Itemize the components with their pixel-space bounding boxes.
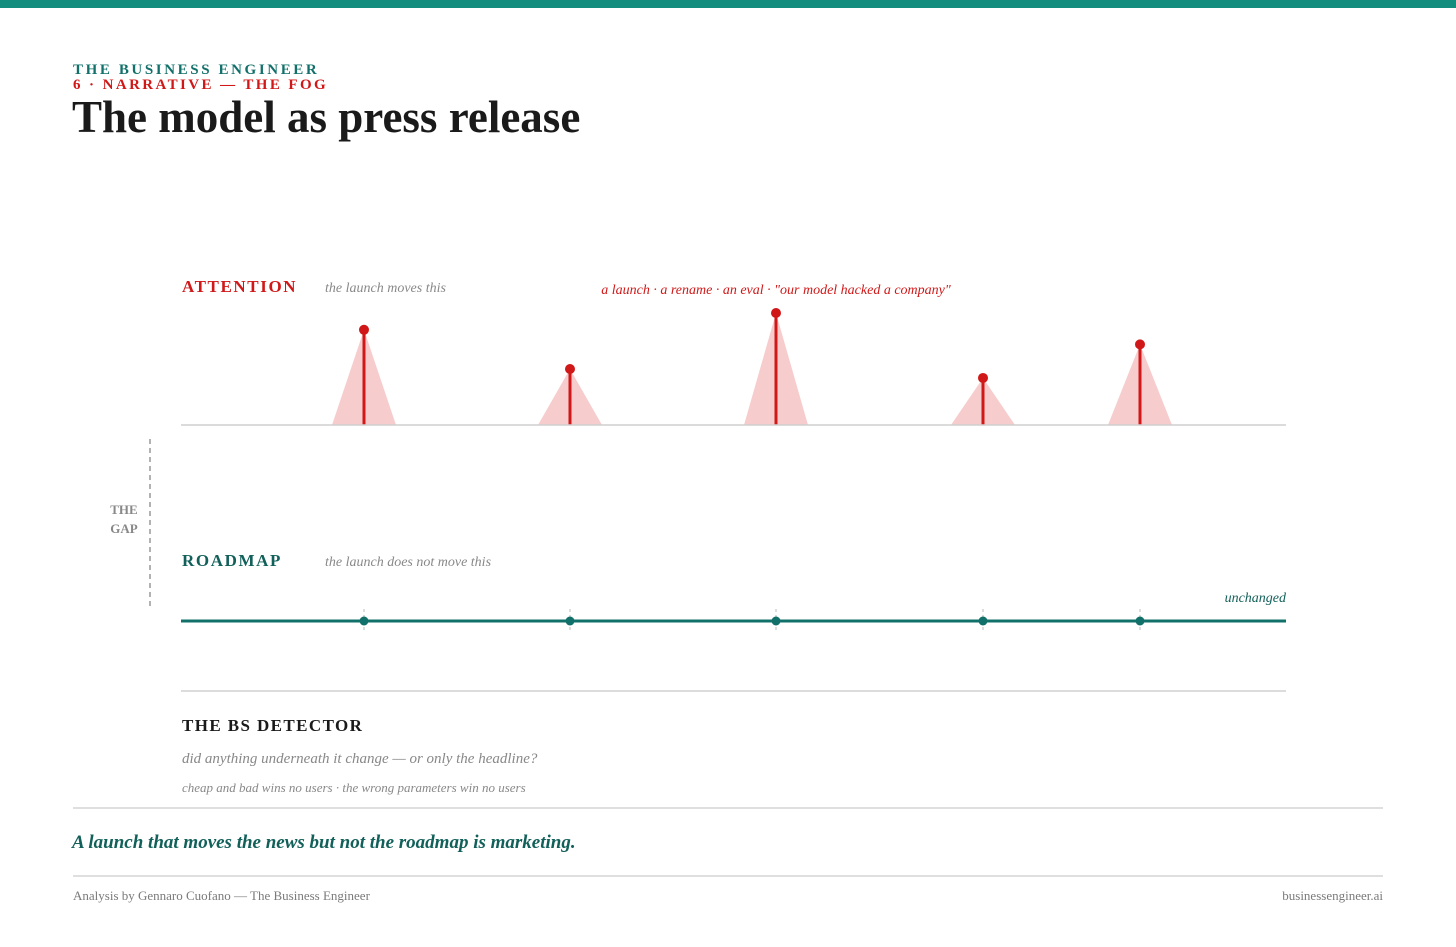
roadmap-marker <box>565 609 575 633</box>
attention-spike <box>951 372 1015 425</box>
bs-detector-title: THE BS DETECTOR <box>182 716 363 735</box>
roadmap-dot <box>771 616 781 626</box>
attention-note: the launch moves this <box>325 281 446 296</box>
footer-site: businessengineer.ai <box>1282 888 1383 903</box>
spike-dot <box>771 308 781 318</box>
roadmap-label: ROADMAP <box>182 551 282 570</box>
attention-spikes <box>332 308 1172 425</box>
attention-spike <box>538 364 602 425</box>
gap-label-line1: THE <box>110 502 137 517</box>
roadmap-marker <box>359 609 369 633</box>
roadmap-dot <box>1135 616 1145 626</box>
attention-spike <box>1108 339 1172 425</box>
roadmap-marker <box>978 609 988 633</box>
spike-dot <box>1135 339 1145 350</box>
gap-label-line2: GAP <box>110 521 138 536</box>
spike-dot <box>359 324 369 335</box>
attention-roadmap-diagram: ATTENTION the launch moves this a launch… <box>73 277 1383 877</box>
attention-spike <box>332 324 396 425</box>
roadmap-dot <box>359 616 369 626</box>
roadmap-marker <box>1135 609 1145 633</box>
roadmap-note: the launch does not move this <box>325 555 492 570</box>
footer-author: Analysis by Gennaro Cuofano — The Busine… <box>73 888 370 903</box>
roadmap-marker <box>771 609 781 633</box>
bs-detector-question: did anything underneath it change — or o… <box>182 751 538 767</box>
roadmap-status: unchanged <box>1225 591 1287 606</box>
attention-spike <box>744 308 808 425</box>
bs-detector-note: cheap and bad wins no users · the wrong … <box>182 780 526 795</box>
attention-events-caption: a launch · a rename · an eval · "our mod… <box>601 283 951 298</box>
spike-dot <box>565 364 575 374</box>
roadmap-dot <box>565 616 575 626</box>
closing-caption: A launch that moves the news but not the… <box>72 832 576 853</box>
roadmap-dot <box>978 616 988 626</box>
attention-label: ATTENTION <box>182 277 297 296</box>
spike-dot <box>978 372 988 383</box>
